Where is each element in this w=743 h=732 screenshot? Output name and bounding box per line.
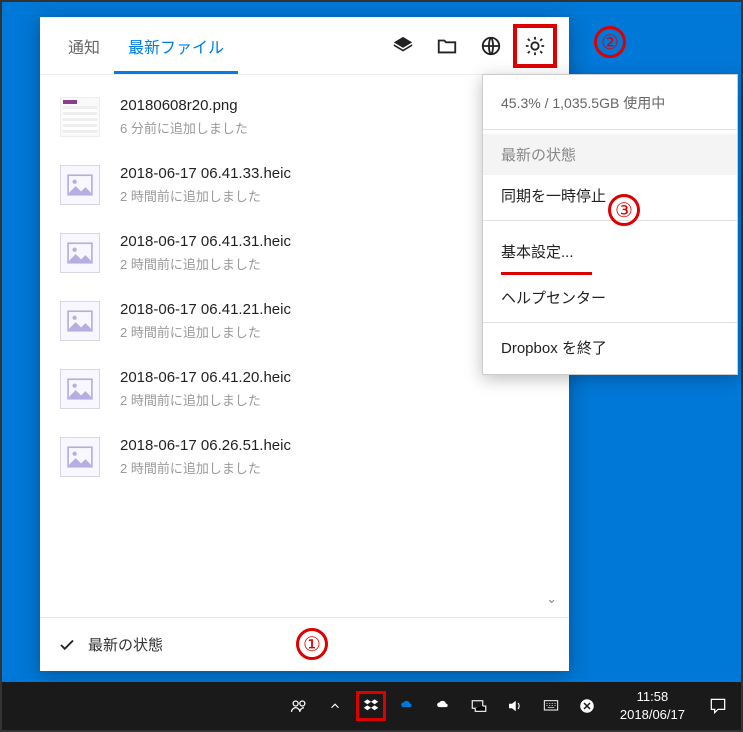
- dropbox-tray-icon[interactable]: [356, 691, 386, 721]
- tab-recent-files[interactable]: 最新ファイル: [114, 18, 238, 74]
- annotation-one: ①: [296, 628, 328, 660]
- windows-taskbar: 11:58 2018/06/17: [2, 682, 741, 730]
- tray-expand-icon[interactable]: [320, 691, 350, 721]
- menu-help-center[interactable]: ヘルプセンター: [483, 277, 737, 318]
- file-item[interactable]: 2018-06-17 06.26.51.heic 2 時間前に追加しました: [40, 423, 569, 491]
- taskbar-clock[interactable]: 11:58 2018/06/17: [608, 688, 697, 724]
- file-thumbnail-image: [60, 369, 100, 409]
- file-thumbnail-image: [60, 437, 100, 477]
- file-subtext: 2 時間前に追加しました: [120, 390, 549, 409]
- close-circle-icon[interactable]: [572, 691, 602, 721]
- network-icon[interactable]: [464, 691, 494, 721]
- menu-quit-dropbox[interactable]: Dropbox を終了: [483, 327, 737, 368]
- file-subtext: 2 時間前に追加しました: [120, 458, 549, 477]
- cloud-icon[interactable]: [428, 691, 458, 721]
- clock-time: 11:58: [620, 688, 685, 706]
- layers-icon[interactable]: [381, 24, 425, 68]
- file-thumbnail-image: [60, 301, 100, 341]
- tab-notifications[interactable]: 通知: [54, 18, 114, 74]
- panel-header: 通知 最新ファイル: [40, 17, 569, 75]
- ime-icon[interactable]: [536, 691, 566, 721]
- clock-date: 2018/06/17: [620, 706, 685, 724]
- file-thumbnail-png: [60, 97, 100, 137]
- status-text: 最新の状態: [88, 634, 163, 655]
- menu-preferences[interactable]: 基本設定...: [501, 231, 592, 275]
- globe-icon[interactable]: [469, 24, 513, 68]
- settings-menu: 45.3% / 1,035.5GB 使用中 最新の状態 同期を一時停止 基本設定…: [482, 74, 738, 375]
- menu-usage: 45.3% / 1,035.5GB 使用中: [483, 81, 737, 125]
- people-icon[interactable]: [284, 691, 314, 721]
- annotation-three: ③: [608, 194, 640, 226]
- menu-sync-state: 最新の状態: [483, 134, 737, 175]
- action-center-icon[interactable]: [703, 691, 733, 721]
- volume-icon[interactable]: [500, 691, 530, 721]
- gear-icon[interactable]: [513, 24, 557, 68]
- file-thumbnail-image: [60, 165, 100, 205]
- onedrive-icon[interactable]: [392, 691, 422, 721]
- file-thumbnail-image: [60, 233, 100, 273]
- scroll-down-icon[interactable]: ⌄: [546, 591, 557, 607]
- folder-icon[interactable]: [425, 24, 469, 68]
- system-tray: 11:58 2018/06/17: [284, 688, 733, 724]
- check-icon: [58, 636, 76, 654]
- file-name: 2018-06-17 06.26.51.heic: [120, 437, 549, 454]
- annotation-two: ②: [594, 26, 626, 58]
